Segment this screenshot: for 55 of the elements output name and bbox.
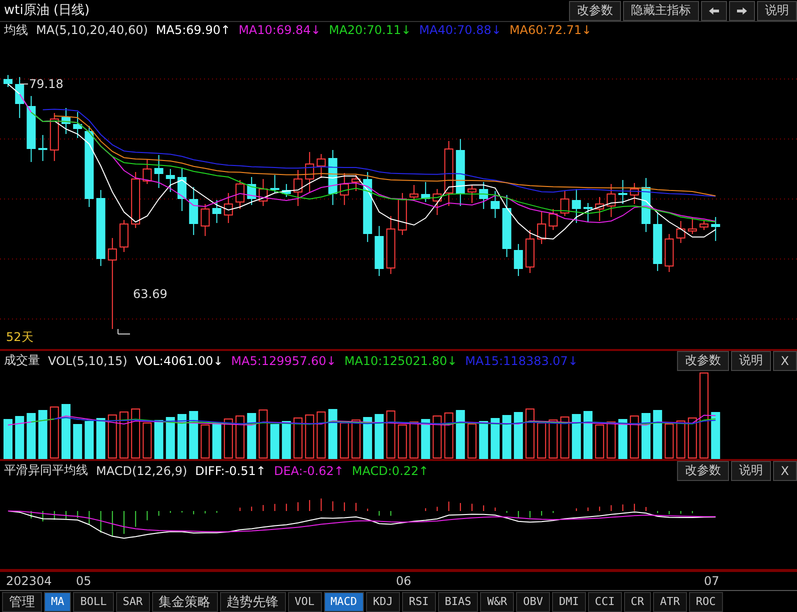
date-axis-label: 05 (76, 574, 92, 588)
panel-button[interactable]: X (772, 350, 797, 371)
low-price-label: 63.69 (133, 286, 168, 301)
indicator-tab[interactable]: BOLL (73, 592, 114, 612)
indicator-name: 均线 (4, 22, 28, 39)
indicator-params: VOL(5,10,15) (48, 354, 128, 368)
legend-value: VOL:4061.00↓ (135, 354, 224, 368)
indicator-tab[interactable]: RSI (402, 592, 436, 612)
indicator-params: MACD(12,26,9) (96, 464, 188, 478)
indicator-tab[interactable]: ROC (688, 592, 723, 612)
legend-value: MA5:69.90↑ (156, 23, 231, 38)
indicator-tab[interactable]: OBV (516, 592, 550, 612)
indicator-tab[interactable]: 趋势先锋 (220, 592, 286, 612)
window-title: wti原油 (日线) (4, 2, 90, 20)
legend-value: DEA:-0.62↑ (274, 464, 344, 478)
indicator-tab[interactable]: SAR (116, 592, 150, 612)
indicator-tab[interactable]: MACD (324, 592, 364, 612)
toolbar-button[interactable]: 改参数 (569, 0, 621, 21)
panel-button[interactable]: X (772, 460, 797, 481)
indicator-tab[interactable]: ATR (653, 592, 687, 612)
panel-button[interactable]: 改参数 (676, 460, 729, 481)
legend-value: MACD:0.22↑ (352, 464, 429, 478)
indicator-tab[interactable]: CR (624, 592, 651, 612)
legend-value: MA15:118383.07↓ (465, 354, 578, 368)
indicator-name: 成交量 (4, 352, 40, 370)
legend-value: MA5:129957.60↓ (231, 354, 336, 368)
indicator-tab[interactable]: 集金策略 (152, 592, 218, 612)
legend-value: MA40:70.88↓ (419, 23, 502, 38)
toolbar-button[interactable]: 说明 (757, 0, 797, 21)
indicator-tab[interactable]: 管理 (2, 592, 42, 612)
indicator-tab[interactable]: MA (44, 592, 72, 612)
leader-line (20, 83, 28, 84)
indicator-tab[interactable]: VOL (288, 592, 322, 612)
legend-value: MA10:69.84↓ (238, 23, 321, 38)
legend-value: MA60:72.71↓ (509, 23, 592, 38)
panel-button[interactable]: 说明 (730, 350, 771, 371)
legend-value: MA20:70.11↓ (328, 23, 412, 38)
indicator-tab[interactable]: KDJ (366, 592, 400, 612)
date-axis-label: 06 (396, 574, 412, 588)
period-label: 52天 (6, 328, 34, 346)
legend-value: DIFF:-0.51↑ (195, 464, 266, 478)
date-axis-label: 07 (704, 574, 720, 588)
high-price-label: 79.18 (29, 76, 64, 91)
legend-value: MA10:125021.80↓ (344, 354, 458, 368)
indicator-tab[interactable]: W&R (480, 592, 514, 612)
indicator-tab[interactable]: DMI (552, 592, 586, 612)
leader-line (118, 328, 130, 334)
indicator-tab[interactable]: BIAS (438, 592, 478, 612)
indicator-params: MA(5,10,20,40,60) (36, 23, 148, 38)
toolbar-button[interactable]: 隐藏主指标 (623, 0, 699, 21)
indicator-name: 平滑异同平均线 (4, 462, 88, 480)
panel-button[interactable]: 改参数 (676, 350, 729, 371)
panel-button[interactable]: 说明 (730, 460, 771, 481)
date-axis-label: 202304 (6, 574, 52, 588)
indicator-tab[interactable]: CCI (588, 592, 622, 612)
